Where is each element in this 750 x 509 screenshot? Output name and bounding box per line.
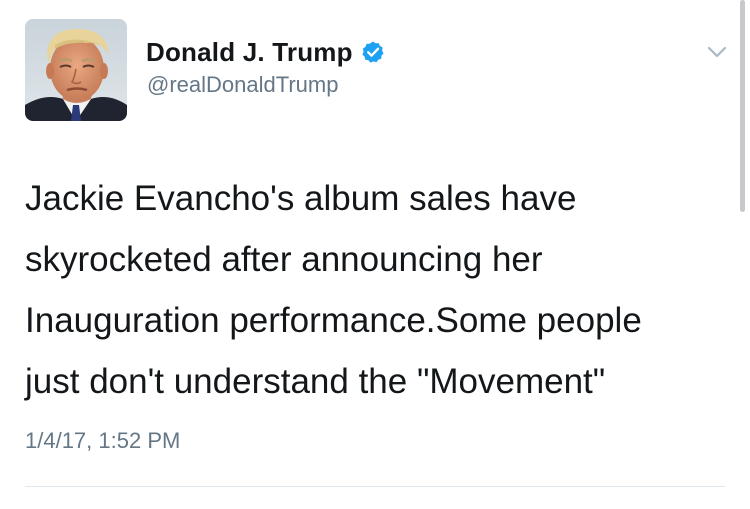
tweet-card: Donald J. Trump @realDonaldTrump Jackie … (0, 0, 750, 509)
display-name[interactable]: Donald J. Trump (146, 37, 353, 68)
chevron-down-icon[interactable] (706, 44, 728, 60)
divider (25, 486, 725, 487)
tweet-text-line: just don't understand the "Movement" (25, 362, 606, 401)
avatar-photo-icon (25, 19, 127, 121)
tweet-text-line: skyrocketed after announcing her (25, 240, 543, 279)
tweet-timestamp[interactable]: 1/4/17, 1:52 PM (25, 428, 180, 454)
tweet-text-line: Inauguration performance.Some people (25, 301, 642, 340)
verified-badge-icon (361, 40, 385, 64)
user-handle[interactable]: @realDonaldTrump (147, 72, 338, 98)
tweet-text-line: Jackie Evancho's album sales have (25, 179, 577, 218)
avatar[interactable] (25, 19, 127, 121)
scrollbar[interactable] (740, 0, 745, 212)
display-name-row: Donald J. Trump (146, 34, 385, 70)
tweet-text: Jackie Evancho's album sales have skyroc… (25, 168, 737, 412)
